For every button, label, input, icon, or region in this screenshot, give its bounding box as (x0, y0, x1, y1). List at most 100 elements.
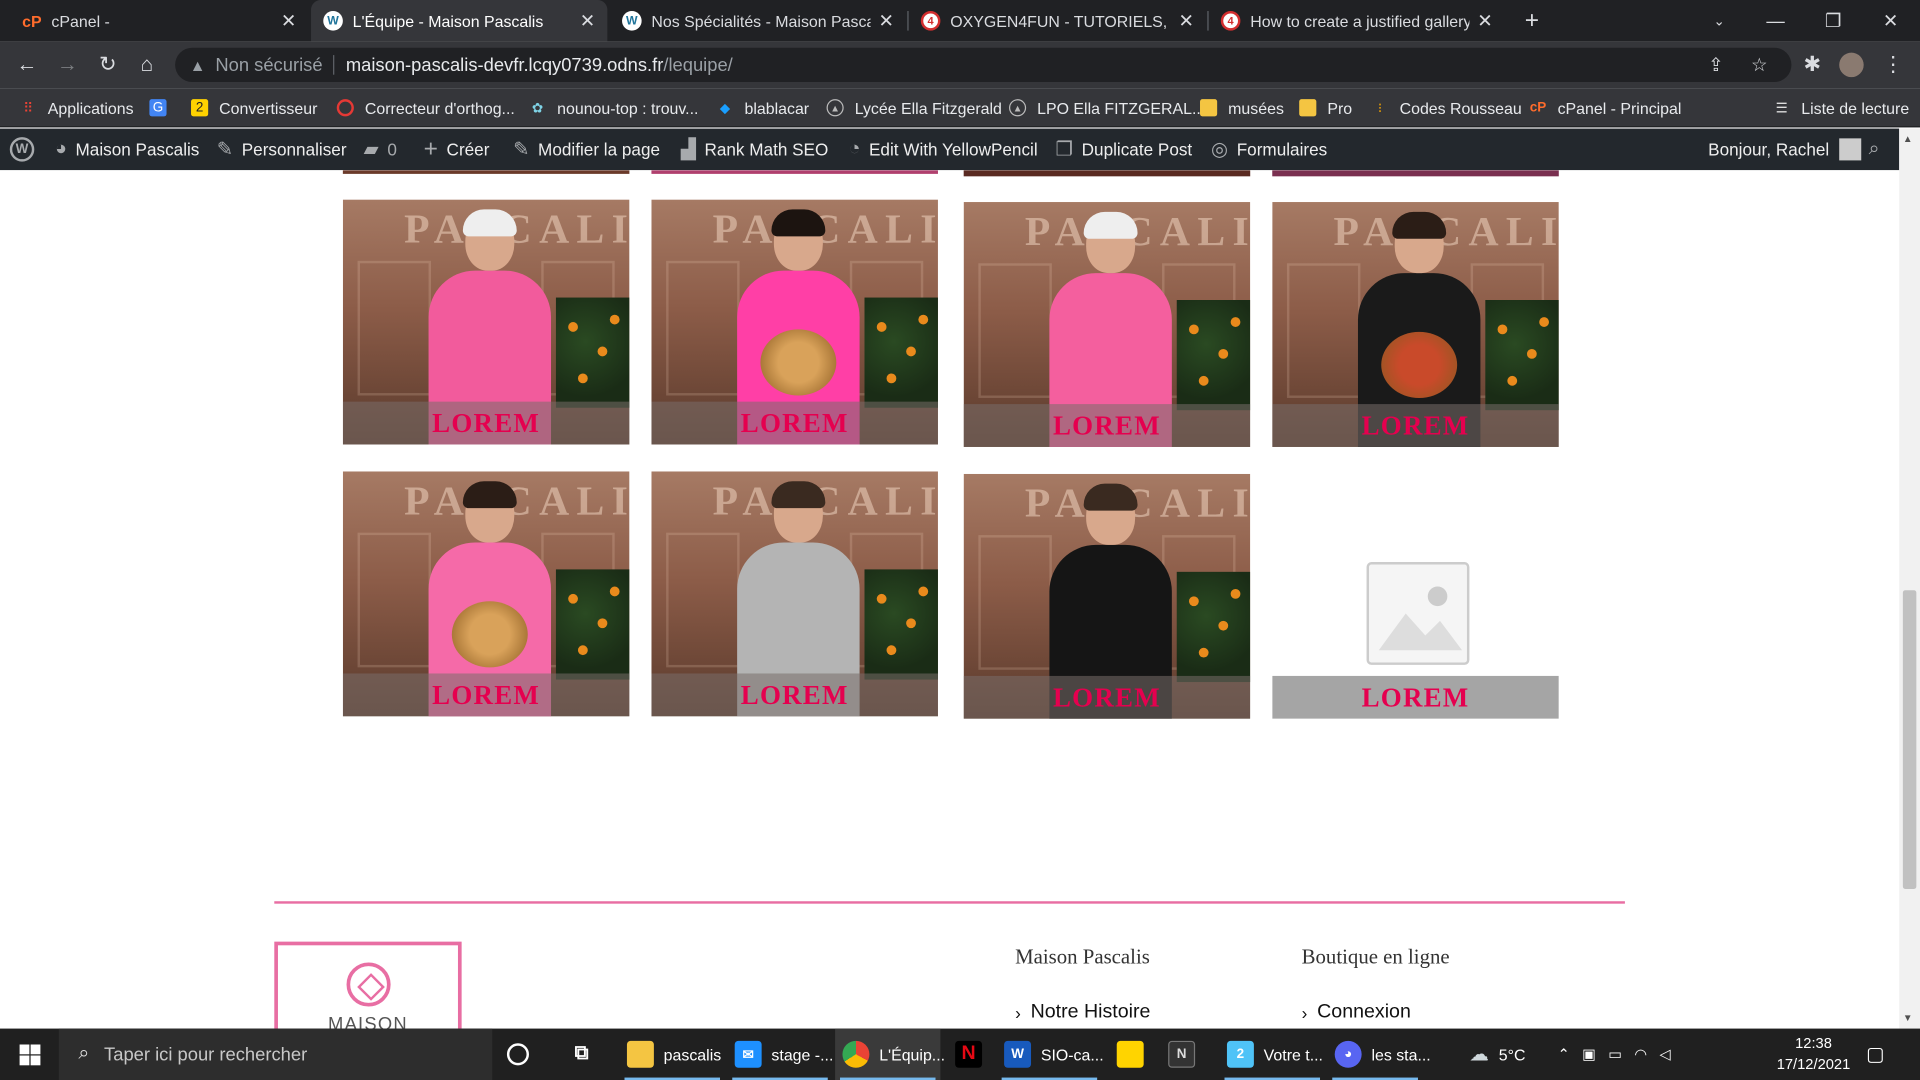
mail-icon: ✉ (734, 1040, 762, 1068)
page-scrollbar[interactable]: ▲ ▼ (1899, 128, 1920, 1029)
word-icon: W (1004, 1040, 1032, 1068)
footer-link-notre-histoire[interactable]: › Notre Histoire (1015, 1002, 1150, 1024)
extensions-icon[interactable]: ✱ (1798, 50, 1827, 79)
comment-icon: ▰ (363, 139, 379, 161)
tray-battery-icon: ▭ (1608, 1045, 1635, 1063)
member-caption: LOREM (651, 401, 938, 445)
tab-search-chevron-icon[interactable]: ⌄ (1691, 0, 1747, 42)
tab-lequipe[interactable]: W L'Équipe - Maison Pascalis ✕ (311, 0, 608, 42)
yellowpencil-link[interactable]: ◔ Edit With YellowPencil (849, 129, 1038, 171)
team-member-card[interactable]: PASCALISLOREM (963, 202, 1251, 447)
reload-icon[interactable]: ↻ (93, 50, 122, 79)
footer-logo[interactable]: MAISON (274, 941, 462, 1029)
member-caption: LOREM (342, 401, 630, 445)
taskbar-app-explorer[interactable]: pascalis (620, 1029, 725, 1080)
taskbar-app-notepad[interactable]: 2 Votre t... (1220, 1029, 1325, 1080)
logo-text: MAISON (328, 1013, 408, 1029)
scroll-down-icon[interactable]: ▼ (1903, 1013, 1913, 1024)
account-menu[interactable]: Bonjour, Rachel (1708, 129, 1862, 171)
member-name: LOREM (740, 678, 849, 710)
bookmark-lycee[interactable]: ▲ Lycée Ella Fitzgerald (826, 97, 1002, 119)
task-view-icon[interactable]: ⧉ (568, 1029, 605, 1080)
notifications-icon[interactable]: ▢ (1866, 1029, 1885, 1080)
taskbar-app-discord[interactable]: ◕ les sta... (1327, 1029, 1431, 1080)
team-member-card[interactable]: PASCALISLOREM (342, 471, 630, 717)
customize-link[interactable]: ✎ Personnaliser (217, 129, 347, 171)
restore-icon[interactable]: ❐ (1805, 0, 1861, 42)
back-icon[interactable]: ← (12, 50, 41, 79)
system-tray-icons[interactable]: ⌃ ▣ ▭ ◠ ◁ (1558, 1029, 1683, 1080)
reading-list[interactable]: ☰ Liste de lecture (1773, 97, 1910, 119)
close-window-icon[interactable]: ✕ (1862, 0, 1918, 42)
tab-oxygen4fun[interactable]: 4 OXYGEN4FUN - TUTORIELS, CON ✕ (909, 0, 1207, 42)
admin-search-icon[interactable]: ⌕ (1869, 129, 1880, 171)
close-tab-icon[interactable]: ✕ (878, 10, 893, 32)
wordpress-logo-icon[interactable]: W (9, 129, 43, 171)
taskbar-app-mail[interactable]: ✉ stage -... (727, 1029, 833, 1080)
bookmark-translate[interactable]: G (149, 97, 177, 119)
home-icon[interactable]: ⌂ (132, 50, 161, 79)
bookmark-blablacar[interactable]: ◆ blablacar (716, 97, 809, 119)
bookmark-applications[interactable]: ⠿ Applications (20, 97, 133, 119)
bookmark-pro[interactable]: Pro (1299, 97, 1352, 119)
taskbar-search[interactable]: ⌕ Taper ici pour rechercher (58, 1028, 493, 1080)
site-name-link[interactable]: ◕ Maison Pascalis (55, 129, 199, 171)
taskbar-app-word[interactable]: W SIO-ca... (997, 1029, 1104, 1080)
minimize-icon[interactable]: — (1747, 0, 1803, 42)
weather-widget[interactable]: ☁ 5°C (1469, 1029, 1525, 1080)
member-name: LOREM (1361, 681, 1470, 713)
team-member-card[interactable]: LOREM (1272, 473, 1559, 719)
bookmark-musees[interactable]: musées (1200, 97, 1284, 119)
taskbar-app-sticky-notes[interactable] (1116, 1029, 1154, 1080)
security-label[interactable]: Non sécurisé (215, 54, 322, 75)
apps-grid-icon: ⠿ (23, 101, 34, 116)
close-tab-icon[interactable]: ✕ (1178, 10, 1193, 32)
clock[interactable]: 12:38 17/12/2021 (1763, 1033, 1863, 1075)
team-member-card[interactable]: PASCALISLOREM (651, 199, 938, 445)
team-member-card[interactable]: PASCALISLOREM (651, 471, 938, 717)
close-tab-icon[interactable]: ✕ (580, 10, 595, 32)
address-bar[interactable]: ▲ Non sécurisé maison-pascalis-devfr.lcq… (175, 47, 1792, 83)
chevron-right-icon: › (1015, 1002, 1021, 1023)
scroll-up-icon[interactable]: ▲ (1903, 133, 1913, 144)
bookmark-correcteur[interactable]: Correcteur d'orthog... (336, 97, 515, 119)
forward-icon[interactable]: → (53, 50, 82, 79)
footer-link-connexion[interactable]: › Connexion (1302, 1002, 1411, 1024)
duplicate-post-link[interactable]: ❐ Duplicate Post (1056, 129, 1193, 171)
rank-math-link[interactable]: ▟ Rank Math SEO (681, 129, 829, 171)
tab-specialites[interactable]: W Nos Spécialités - Maison Pascalis ✕ (610, 0, 906, 42)
search-icon: ⌕ (78, 1043, 90, 1065)
scrollbar-thumb[interactable] (1902, 590, 1917, 889)
comments-link[interactable]: ▰ 0 (364, 129, 397, 171)
edit-page-link[interactable]: ✎ Modifier la page (513, 129, 660, 171)
taskbar-app-netflix[interactable]: N (953, 1029, 992, 1080)
bookmark-nounou[interactable]: ✿ nounou-top : trouv... (529, 97, 699, 119)
team-member-card[interactable]: PASCALISLOREM (963, 473, 1251, 719)
bookmark-star-icon[interactable]: ☆ (1751, 54, 1767, 76)
bookmark-lpo[interactable]: ▲ LPO Ella FITZGERAL... (1008, 97, 1205, 119)
tab-cpanel[interactable]: cP cPanel - ✕ (10, 0, 309, 42)
close-tab-icon[interactable]: ✕ (281, 10, 296, 32)
close-tab-icon[interactable]: ✕ (1477, 10, 1492, 32)
bookmark-convertisseur[interactable]: 2 Convertisseur (191, 97, 317, 119)
profile-avatar[interactable] (1837, 50, 1866, 79)
new-tab-icon[interactable]: + (1505, 0, 1559, 42)
bookmark-codes-rousseau[interactable]: ⁝ Codes Rousseau (1371, 97, 1522, 119)
team-member-card[interactable]: PASCALISLOREM (342, 199, 630, 445)
windows-start-icon[interactable] (0, 1029, 59, 1080)
taskbar-app-chrome[interactable]: L'Équip... (835, 1028, 945, 1080)
oxygen4fun-icon: 4 (1220, 11, 1241, 31)
bookmarks-bar: ⠿ Applications G 2 Convertisseur Correcteu… (0, 88, 1920, 128)
yellowpencil-icon: ◔ (848, 138, 861, 160)
menu-kebab-icon[interactable]: ⋮ (1878, 50, 1907, 79)
cortana-icon[interactable] (506, 1029, 539, 1080)
member-name: LOREM (432, 407, 541, 438)
member-name: LOREM (432, 678, 541, 710)
tab-justified-gallery[interactable]: 4 How to create a justified gallery ✕ (1209, 0, 1505, 42)
new-content-link[interactable]: + Créer (424, 129, 490, 171)
team-member-card[interactable]: PASCALISLOREM (1272, 202, 1559, 447)
share-icon[interactable]: ⇪ (1708, 54, 1723, 76)
forms-link[interactable]: ◎ Formulaires (1211, 129, 1327, 171)
taskbar-app-notion[interactable]: N (1168, 1029, 1205, 1080)
bookmark-cpanel[interactable]: cP cPanel - Principal (1529, 97, 1682, 119)
